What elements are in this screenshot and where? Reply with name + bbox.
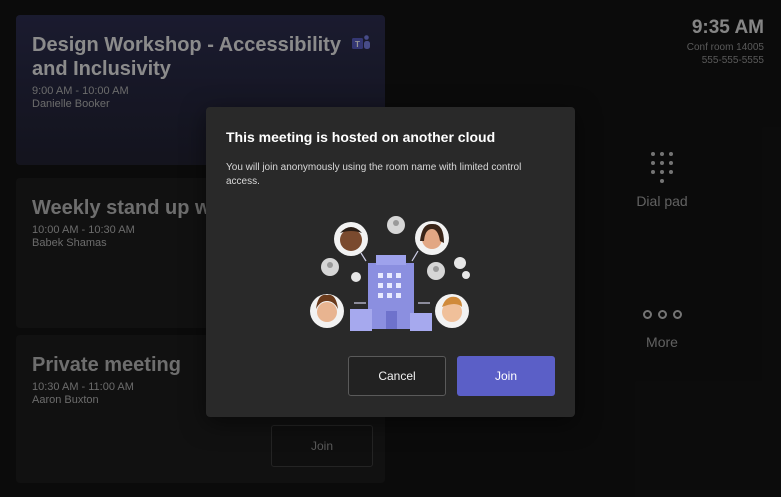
cross-cloud-dialog: This meeting is hosted on another cloud … (206, 107, 575, 417)
dialog-title: This meeting is hosted on another cloud (226, 129, 496, 145)
people-building-illustration (310, 216, 470, 331)
cancel-button[interactable]: Cancel (348, 356, 446, 396)
join-button[interactable]: Join (457, 356, 555, 396)
dialog-message: You will join anonymously using the room… (226, 162, 522, 187)
